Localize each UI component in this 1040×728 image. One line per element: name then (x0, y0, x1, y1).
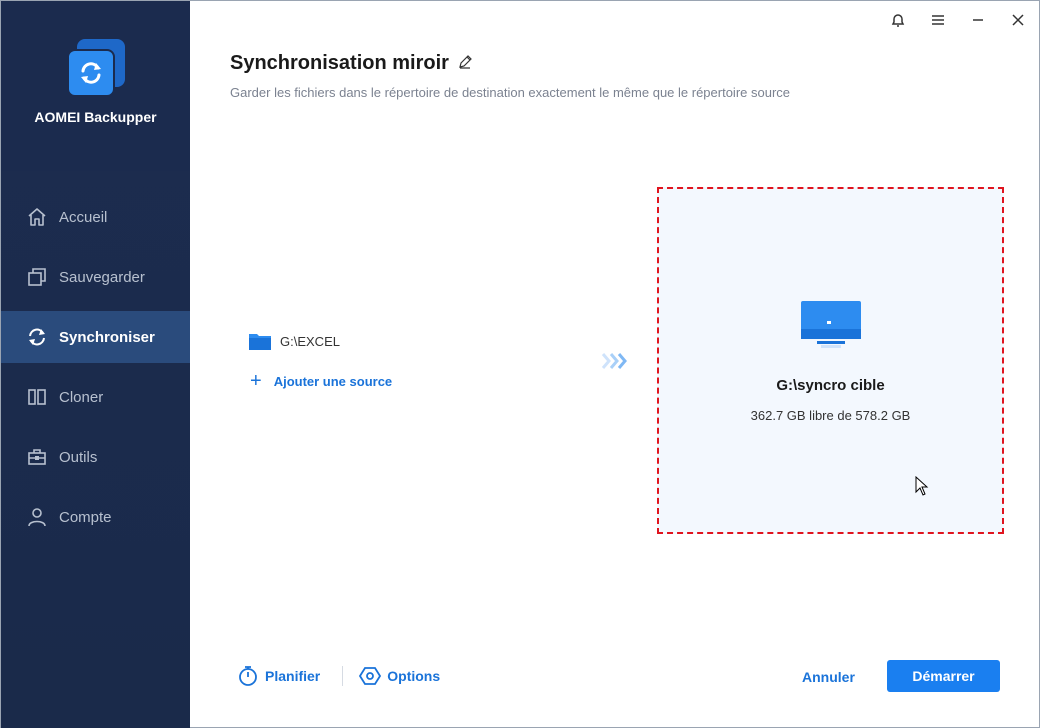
app-name: AOMEI Backupper (34, 109, 157, 125)
options-hexagon-icon (359, 665, 382, 687)
clone-icon (26, 386, 48, 408)
direction-arrows-icon (601, 351, 633, 371)
page-title: Synchronisation miroir (230, 52, 449, 74)
sidebar-item-label: Compte (59, 508, 112, 526)
destination-free-space: 362.7 GB libre de 578.2 GB (750, 408, 911, 423)
sidebar-item-accueil[interactable]: Accueil (1, 191, 190, 243)
monitor-icon (799, 299, 863, 351)
app-logo-icon (65, 39, 127, 99)
app-window: AOMEI Backupper Accueil Sauvegarder Sync… (0, 0, 1040, 728)
schedule-button[interactable]: Planifier (237, 665, 320, 687)
sidebar-nav: Accueil Sauvegarder Synchroniser Cloner (1, 191, 190, 551)
options-button[interactable]: Options (359, 665, 440, 687)
mouse-cursor-icon (915, 475, 929, 496)
destination-name: G:\syncro cible (776, 377, 885, 394)
close-icon[interactable] (1007, 9, 1029, 31)
backup-icon (26, 266, 48, 288)
sidebar-item-label: Accueil (59, 208, 108, 226)
sidebar-item-label: Outils (59, 448, 98, 466)
sidebar-item-label: Sauvegarder (59, 268, 145, 286)
source-item[interactable]: G:\EXCEL (248, 331, 340, 351)
folder-icon (248, 331, 272, 351)
sync-icon (26, 326, 48, 348)
brand-area: AOMEI Backupper (1, 1, 190, 171)
page-subtitle: Garder les fichiers dans le répertoire d… (230, 85, 791, 100)
minimize-icon[interactable] (967, 9, 989, 31)
footer-divider (342, 666, 344, 686)
sidebar-item-cloner[interactable]: Cloner (1, 371, 190, 423)
user-icon (26, 506, 48, 528)
sidebar-item-label: Cloner (59, 388, 104, 406)
sidebar-item-sauvegarder[interactable]: Sauvegarder (1, 251, 190, 303)
sidebar-item-label: Synchroniser (59, 328, 155, 346)
main-panel: Synchronisation miroir Garder les fichie… (190, 1, 1039, 727)
source-path: G:\EXCEL (280, 333, 340, 349)
add-source-button[interactable]: + Ajouter une source (250, 370, 393, 392)
footer-actions: Planifier Options (237, 665, 440, 687)
toolbox-icon (26, 446, 48, 468)
sidebar-item-synchroniser[interactable]: Synchroniser (1, 311, 190, 363)
destination-selector[interactable]: G:\syncro cible 362.7 GB libre de 578.2 … (657, 187, 1004, 534)
schedule-label: Planifier (265, 668, 321, 684)
add-source-label: Ajouter une source (273, 373, 393, 389)
plus-icon: + (250, 370, 262, 392)
titlebar-controls (887, 9, 1029, 31)
options-label: Options (387, 668, 441, 684)
bell-icon[interactable] (887, 9, 909, 31)
timer-icon (237, 665, 259, 687)
cancel-button[interactable]: Annuler (802, 669, 855, 685)
sidebar-item-compte[interactable]: Compte (1, 491, 190, 543)
sidebar-item-outils[interactable]: Outils (1, 431, 190, 483)
edit-icon[interactable] (457, 54, 473, 70)
menu-icon[interactable] (927, 9, 949, 31)
home-icon (26, 206, 48, 228)
start-button[interactable]: Démarrer (887, 660, 1000, 692)
sidebar: AOMEI Backupper Accueil Sauvegarder Sync… (1, 1, 190, 728)
